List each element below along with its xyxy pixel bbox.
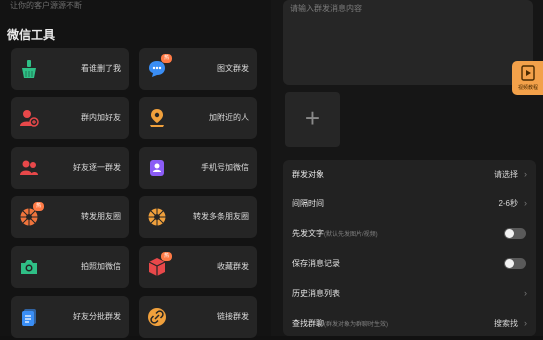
row-label: 先发文字(默认先发图片/视频) — [292, 229, 378, 238]
row-value: 搜索找 — [494, 319, 518, 328]
row-broadcast-target[interactable]: 群发对象 请选择 › — [283, 160, 536, 189]
hot-badge: 热 — [33, 202, 44, 211]
row-value: 请选择 — [494, 170, 518, 179]
tool-card-photo-add-wechat[interactable]: 拍照加微信 — [11, 246, 129, 288]
tool-card-label: 转发多条朋友圈 — [193, 212, 249, 221]
tool-card-label: 好友逐一群发 — [73, 163, 121, 172]
toggle-knob — [505, 259, 514, 268]
broom-icon — [19, 59, 39, 79]
chevron-right-icon: › — [524, 318, 527, 328]
video-tutorial-label: 视频教程 — [517, 85, 538, 91]
save-records-toggle[interactable] — [504, 258, 526, 269]
document-icon — [19, 307, 39, 327]
row-interval[interactable]: 间隔时间 2-6秒 › — [283, 189, 536, 218]
hot-badge: 热 — [161, 252, 172, 261]
row-sublabel: (默认先发图片/视频) — [324, 232, 378, 238]
tool-card-image-text-broadcast[interactable]: 热 图文群发 — [139, 48, 257, 90]
phone-user-icon — [147, 158, 167, 178]
toggle-knob — [505, 229, 514, 238]
tool-card-friends-one-by-one[interactable]: 好友逐一群发 — [11, 147, 129, 189]
message-placeholder: 请输入群发消息内容 — [290, 4, 362, 13]
chevron-right-icon: › — [524, 169, 527, 179]
row-label: 查找群聊(群发对象为群聊时生效) — [292, 319, 388, 328]
chevron-right-icon: › — [524, 198, 527, 208]
tool-card-label: 看谁删了我 — [81, 64, 121, 73]
row-find-group[interactable]: 查找群聊(群发对象为群聊时生效) 搜索找 › — [283, 309, 536, 338]
page-subtitle: 让你的客户源源不断 — [10, 1, 82, 10]
tool-card-label: 链接群发 — [217, 312, 249, 321]
row-save-records: 保存消息记录 — [283, 249, 536, 278]
tool-card-forward-moments[interactable]: 热 转发朋友圈 — [11, 196, 129, 238]
row-label: 群发对象 — [292, 170, 324, 179]
tool-card-label: 转发朋友圈 — [81, 212, 121, 221]
video-tutorial-tab[interactable]: 视频教程 — [512, 61, 543, 95]
plus-icon: + — [304, 103, 321, 133]
tool-card-favorites-broadcast[interactable]: 热 收藏群发 — [139, 246, 257, 288]
tool-card-add-nearby[interactable]: 加附近的人 — [139, 97, 257, 139]
tool-card-phone-add-wechat[interactable]: 手机号加微信 — [139, 147, 257, 189]
users-icon — [19, 158, 39, 178]
row-sublabel: (群发对象为群聊时生效) — [324, 322, 388, 328]
tool-card-label: 拍照加微信 — [81, 262, 121, 271]
hot-badge: 热 — [161, 54, 172, 63]
add-media-button[interactable]: + — [285, 92, 340, 147]
tool-card-label: 加附近的人 — [209, 113, 249, 122]
row-label: 间隔时间 — [292, 199, 324, 208]
text-first-toggle[interactable] — [504, 228, 526, 239]
tool-card-label: 好友分批群发 — [73, 312, 121, 321]
location-pin-icon — [147, 108, 167, 128]
tool-card-label: 收藏群发 — [217, 262, 249, 271]
tool-card-add-group-friends[interactable]: 群内加好友 — [11, 97, 129, 139]
message-input[interactable]: 请输入群发消息内容 — [283, 0, 533, 85]
shutter-icon — [147, 207, 167, 227]
row-history-list[interactable]: 历史消息列表 › — [283, 279, 536, 308]
link-icon — [147, 307, 167, 327]
chevron-right-icon: › — [524, 288, 527, 298]
row-value: 2-6秒 — [498, 199, 518, 208]
section-title: 微信工具 — [7, 28, 56, 42]
tool-card-label: 图文群发 — [217, 64, 249, 73]
camera-icon — [19, 257, 39, 277]
user-add-icon — [19, 108, 39, 128]
film-icon — [521, 65, 535, 86]
tool-card-batch-broadcast[interactable]: 好友分批群发 — [11, 296, 129, 338]
row-text-first: 先发文字(默认先发图片/视频) — [283, 219, 536, 248]
row-label: 历史消息列表 — [292, 289, 340, 298]
tool-card-forward-multiple-moments[interactable]: 转发多条朋友圈 — [139, 196, 257, 238]
tool-card-link-broadcast[interactable]: 链接群发 — [139, 296, 257, 338]
tool-card-who-deleted-me[interactable]: 看谁删了我 — [11, 48, 129, 90]
tool-card-label: 群内加好友 — [81, 113, 121, 122]
row-label: 保存消息记录 — [292, 259, 340, 268]
tool-card-label: 手机号加微信 — [201, 163, 249, 172]
